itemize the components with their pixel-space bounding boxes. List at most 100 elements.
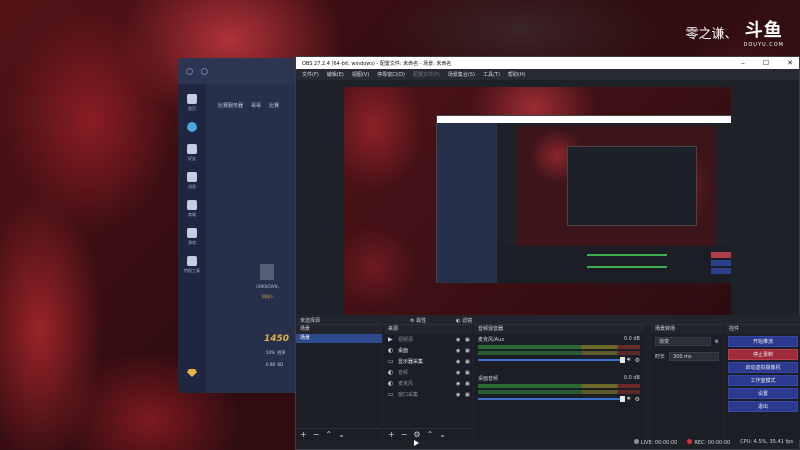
obs-window[interactable]: OBS 27.2.4 (64-bit, windows) - 配置文件: 未命名… — [295, 56, 800, 450]
source-item[interactable]: ▭ 显示器采集 ◉ ▣ — [384, 356, 472, 367]
lock-icon[interactable]: ▣ — [465, 392, 472, 398]
virtual-camera-button[interactable]: 启动虚拟摄像机 — [728, 362, 798, 373]
bg-sidebar-item-games[interactable]: 游戏 — [178, 228, 206, 246]
nested-control-button — [711, 252, 731, 258]
bg-tab[interactable]: 哥哥 — [251, 102, 261, 109]
move-up-icon[interactable]: ⌃ — [325, 430, 332, 439]
bg-sidebar-item-messages[interactable]: 消息 — [178, 172, 206, 190]
menu-view[interactable]: 视图(V) — [352, 71, 369, 78]
add-scene-icon[interactable]: + — [300, 430, 307, 439]
bg-app-titlebar — [178, 58, 308, 84]
nested-docks — [497, 246, 731, 283]
duration-input[interactable]: 300 ms — [669, 352, 719, 361]
move-down-icon[interactable]: ⌄ — [439, 430, 446, 439]
channel-name: 麦克风/Aux — [478, 337, 505, 343]
eye-icon[interactable]: ◉ — [456, 381, 465, 387]
source-item[interactable]: ◐ 麦克风 ◉ ▣ — [384, 378, 472, 389]
audio-icon: ◐ — [388, 347, 394, 354]
nested-preview-deep — [567, 146, 697, 226]
channel-db: 0.0 dB — [623, 375, 640, 381]
exit-button[interactable]: 退出 — [728, 401, 798, 412]
volume-meter — [478, 390, 640, 394]
lock-icon[interactable]: ▣ — [465, 359, 472, 365]
lock-icon[interactable]: ▣ — [465, 337, 472, 343]
menu-scene-collection[interactable]: 场景集合(S) — [448, 71, 475, 78]
bg-score: 1450 — [264, 334, 290, 344]
obs-preview[interactable] — [344, 87, 731, 315]
game-icon — [187, 228, 197, 238]
move-down-icon[interactable]: ⌄ — [338, 430, 345, 439]
menu-file[interactable]: 文件(F) — [302, 71, 319, 78]
volume-meter — [478, 345, 640, 349]
bg-tab[interactable]: 比赛服务器 — [218, 102, 243, 109]
audio-icon: ◐ — [388, 369, 394, 376]
studio-mode-button[interactable]: 工作室模式 — [728, 375, 798, 386]
menu-edit[interactable]: 编辑(E) — [327, 71, 344, 78]
mixer-channel: 麦克风/Aux 0.0 dB 🔊︎ ⚙ — [474, 334, 644, 365]
transition-select[interactable]: 渐变 — [655, 337, 711, 346]
source-item[interactable]: ◐ 音频 ◉ ▣ — [384, 367, 472, 378]
eye-icon[interactable]: ◉ — [456, 348, 465, 354]
bg-sidebar-item-friends[interactable]: 好友 — [178, 144, 206, 162]
volume-slider[interactable]: 🔊︎ ⚙ — [478, 395, 640, 403]
speaker-icon[interactable]: 🔊︎ — [627, 356, 631, 364]
source-item[interactable]: ◐ 桌面 ◉ ▣ — [384, 345, 472, 356]
scenes-dock: 场景 场景 + − ⌃ ⌄ — [296, 324, 382, 440]
background-game-app[interactable]: 首页 好友 消息 商城 游戏 特权工具 比赛服务器 哥哥 比赛 UNKNOWN…… — [178, 58, 308, 393]
menu-profile[interactable]: 配置文件(P) — [413, 71, 440, 78]
source-item[interactable]: ▭ 窗口采集 ◉ ▣ — [384, 389, 472, 400]
move-up-icon[interactable]: ⌃ — [427, 430, 434, 439]
duration-row: 时长 300 ms — [651, 349, 723, 364]
channel-name: 桌面音频 — [478, 376, 499, 382]
nested-meter — [587, 254, 667, 256]
nested-titlebar — [437, 116, 731, 123]
lock-icon[interactable]: ▣ — [465, 381, 472, 387]
gear-icon[interactable]: ⚙ — [715, 339, 719, 345]
live-status: LIVE: 00:00:00 — [633, 439, 677, 446]
menu-docks[interactable]: 停靠窗口(D) — [377, 71, 405, 78]
remove-source-icon[interactable]: − — [401, 430, 408, 439]
douyu-logo: 斗鱼 — [744, 20, 783, 41]
gem-icon — [187, 369, 197, 377]
minimize-button[interactable]: – — [741, 57, 745, 69]
source-item[interactable]: ▶ 视频源 ◉ ▣ — [384, 334, 472, 345]
eye-icon[interactable]: ◉ — [456, 359, 465, 365]
add-source-icon[interactable]: + — [388, 430, 395, 439]
scene-item[interactable]: 场景 — [296, 334, 382, 343]
bg-sidebar-item-tools[interactable]: 特权工具 — [178, 256, 206, 274]
bg-tab[interactable]: 比赛 — [269, 102, 279, 109]
maximize-button[interactable]: ☐ — [763, 57, 769, 69]
gear-icon[interactable]: ⚙ — [635, 357, 640, 364]
avatar[interactable] — [260, 264, 274, 280]
volume-knob[interactable] — [619, 357, 625, 363]
obs-titlebar[interactable]: OBS 27.2.4 (64-bit, windows) - 配置文件: 未命名… — [296, 57, 799, 69]
lock-icon[interactable]: ▣ — [465, 348, 472, 354]
controls-dock: 控件 开始推流 停止录制 启动虚拟摄像机 工作室模式 设置 退出 — [725, 324, 800, 440]
gear-icon[interactable]: ⚙ — [413, 430, 420, 439]
stop-recording-button[interactable]: 停止录制 — [728, 349, 798, 360]
channel-db: 0.0 dB — [623, 336, 640, 342]
volume-knob[interactable] — [619, 396, 625, 402]
settings-button[interactable]: 设置 — [728, 388, 798, 399]
bg-sidebar-item-shop[interactable]: 商城 — [178, 200, 206, 218]
remove-scene-icon[interactable]: − — [313, 430, 320, 439]
bg-sidebar-item-logo[interactable] — [178, 122, 206, 134]
properties-button[interactable]: ⚙ 属性 — [410, 317, 426, 324]
menu-help[interactable]: 帮助(H) — [508, 71, 526, 78]
watermark-text: 零之谦、 — [685, 26, 738, 42]
gear-icon[interactable]: ⚙ — [635, 396, 640, 403]
menu-tools[interactable]: 工具(T) — [483, 71, 500, 78]
filters-button[interactable]: ◐ 滤镜 — [456, 317, 472, 324]
eye-icon[interactable]: ◉ — [456, 370, 465, 376]
bg-sidebar-item-home[interactable]: 首页 — [178, 94, 206, 112]
volume-slider[interactable]: 🔊︎ ⚙ — [478, 356, 640, 364]
start-streaming-button[interactable]: 开始推流 — [728, 336, 798, 347]
eye-icon[interactable]: ◉ — [456, 392, 465, 398]
audio-icon: ◐ — [388, 380, 394, 387]
eye-icon[interactable]: ◉ — [456, 337, 465, 343]
speaker-icon[interactable]: 🔊︎ — [627, 395, 631, 403]
nested-control-button — [711, 268, 731, 274]
nested-control-button — [711, 260, 731, 266]
lock-icon[interactable]: ▣ — [465, 370, 472, 376]
close-button[interactable]: ✕ — [787, 57, 793, 69]
